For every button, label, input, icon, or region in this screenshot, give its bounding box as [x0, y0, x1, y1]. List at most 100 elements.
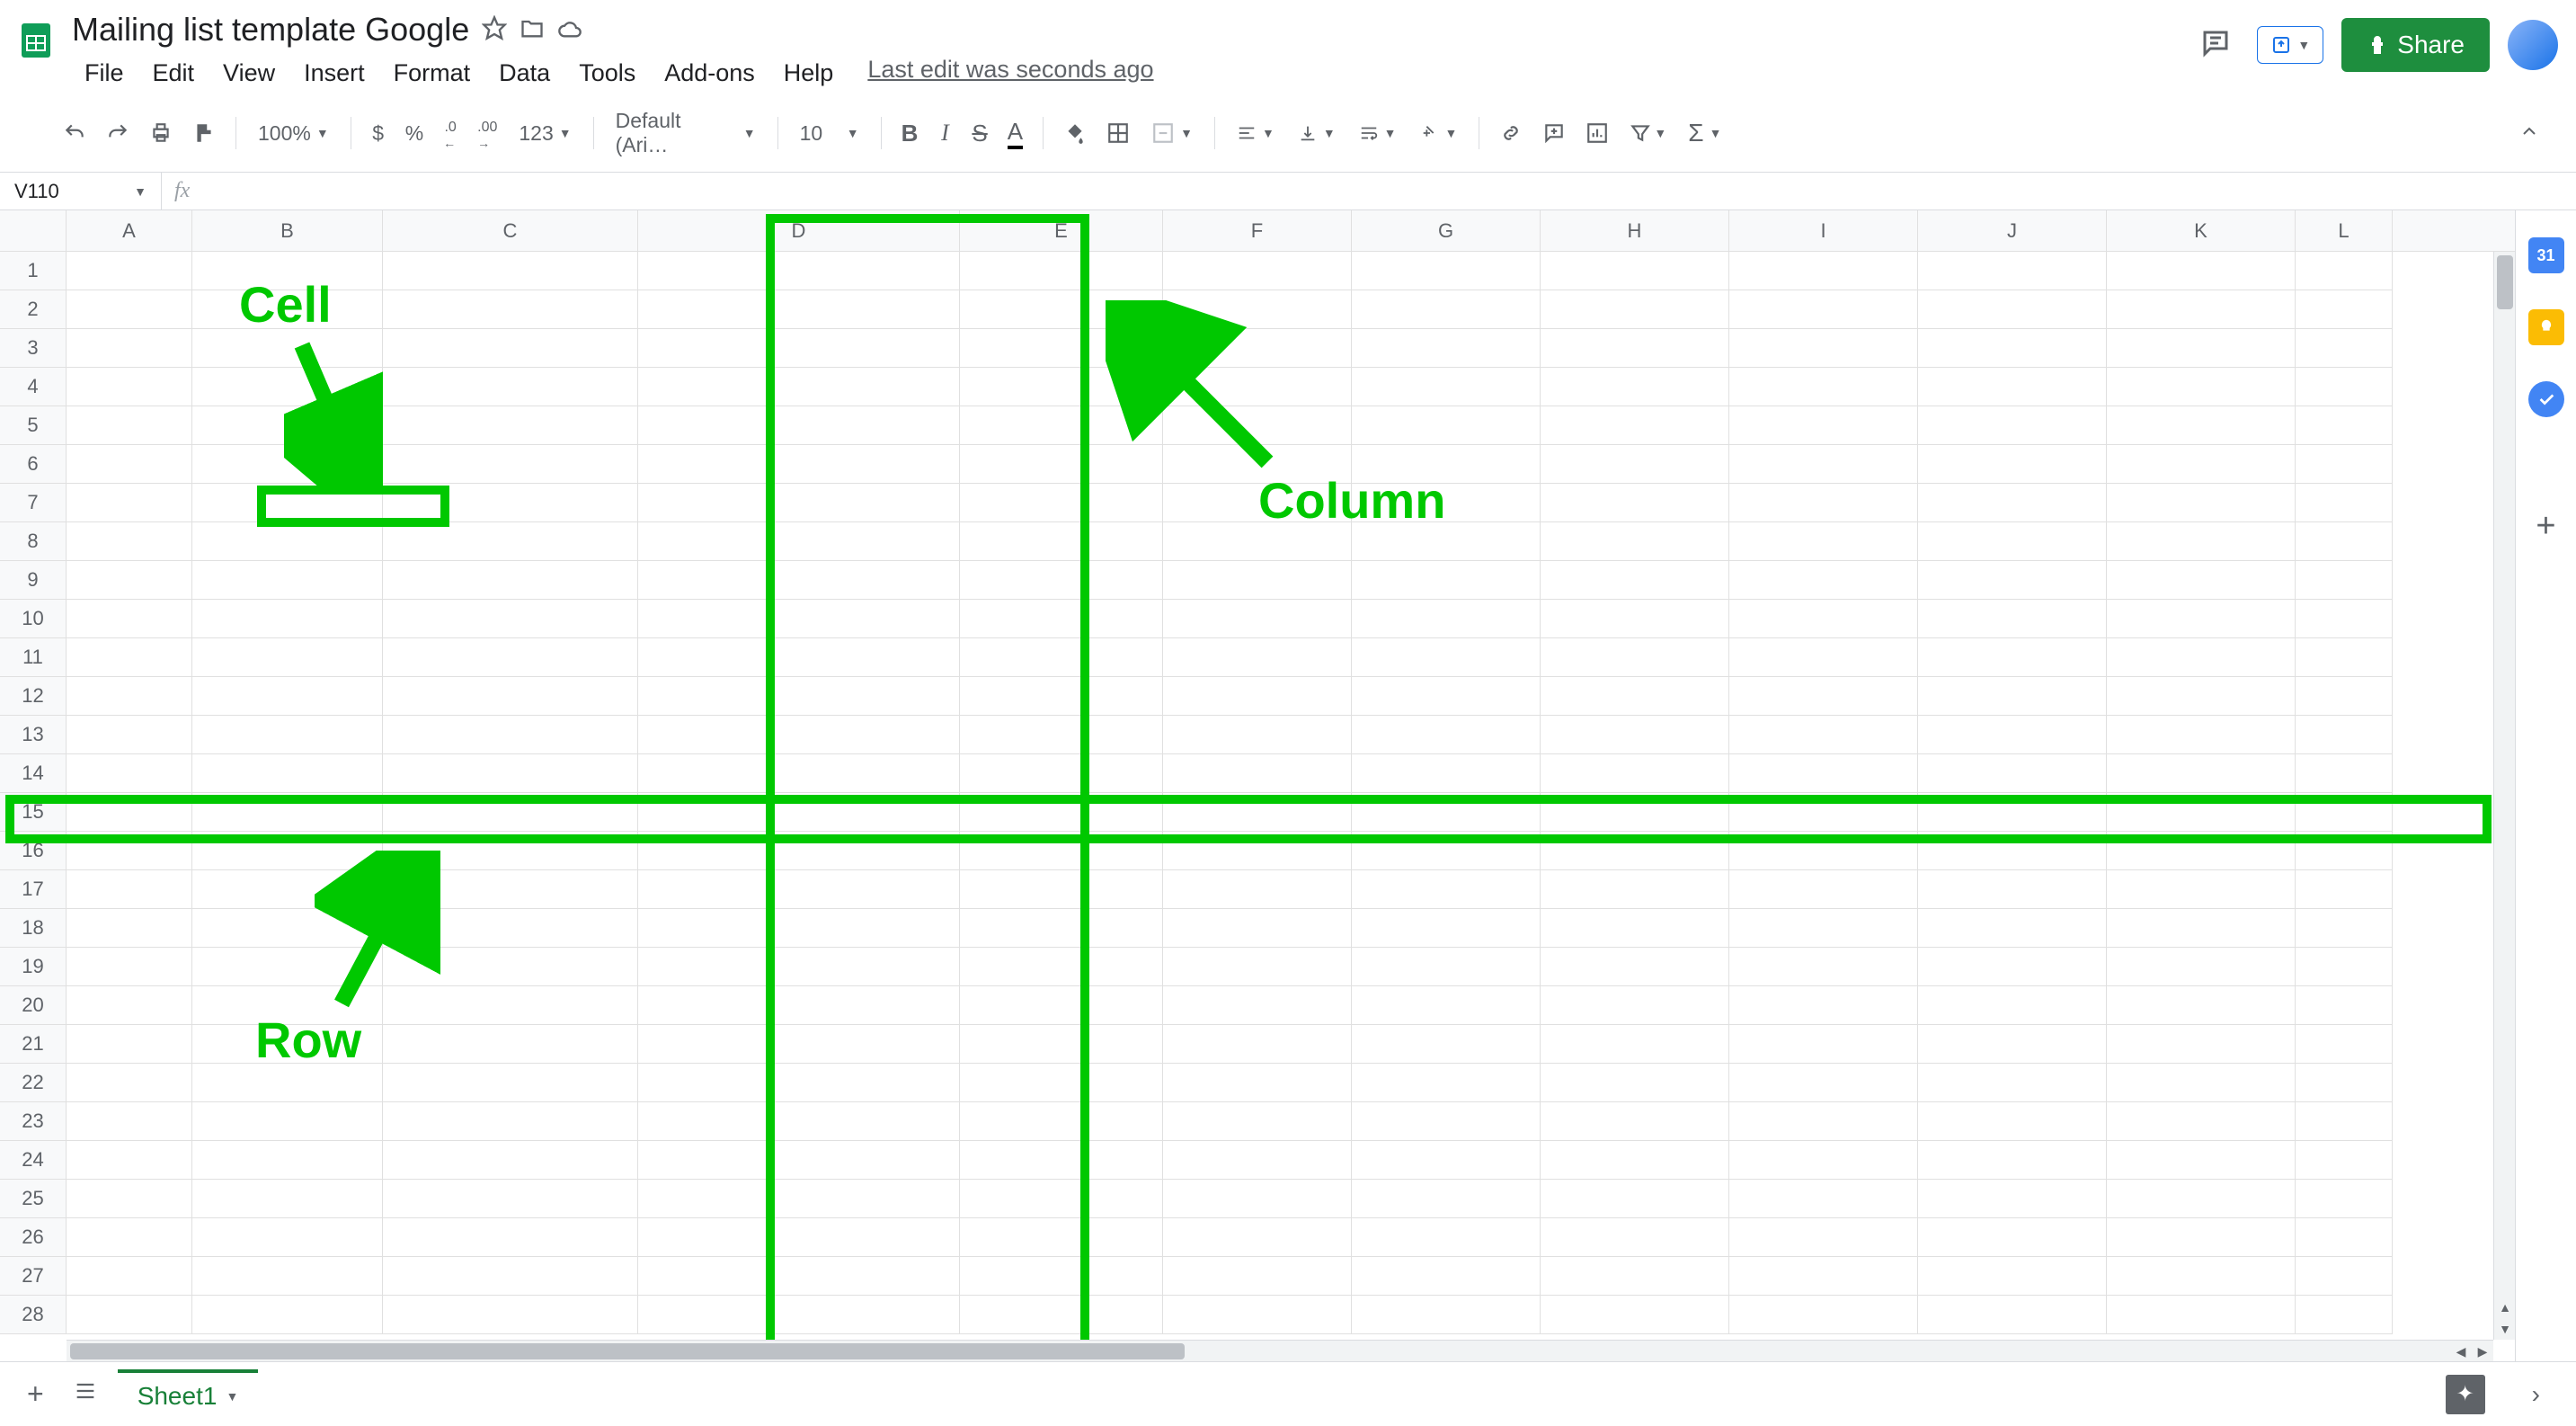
cell-C21[interactable] [383, 1025, 638, 1064]
filter-icon[interactable]: ▼ [1620, 114, 1675, 152]
cell-G17[interactable] [1352, 870, 1541, 909]
row-header-2[interactable]: 2 [0, 290, 67, 329]
cell-L17[interactable] [2296, 870, 2393, 909]
cell-D23[interactable] [638, 1102, 960, 1141]
cell-E8[interactable] [960, 522, 1163, 561]
undo-icon[interactable] [54, 114, 95, 152]
cell-D10[interactable] [638, 600, 960, 638]
row-header-20[interactable]: 20 [0, 986, 67, 1025]
cell-A5[interactable] [67, 406, 192, 445]
present-button[interactable]: ▼ [2257, 26, 2323, 64]
cell-H16[interactable] [1541, 832, 1729, 870]
cell-D8[interactable] [638, 522, 960, 561]
cell-K8[interactable] [2107, 522, 2296, 561]
cell-D16[interactable] [638, 832, 960, 870]
cell-A27[interactable] [67, 1257, 192, 1296]
cell-G19[interactable] [1352, 948, 1541, 986]
star-icon[interactable] [482, 15, 507, 45]
cell-D15[interactable] [638, 793, 960, 832]
cell-B6[interactable] [192, 445, 383, 484]
row-header-25[interactable]: 25 [0, 1180, 67, 1218]
cell-D14[interactable] [638, 754, 960, 793]
row-header-6[interactable]: 6 [0, 445, 67, 484]
cell-K18[interactable] [2107, 909, 2296, 948]
cell-H20[interactable] [1541, 986, 1729, 1025]
row-header-1[interactable]: 1 [0, 252, 67, 290]
cell-F28[interactable] [1163, 1296, 1352, 1334]
cell-E17[interactable] [960, 870, 1163, 909]
cell-L13[interactable] [2296, 716, 2393, 754]
cell-J6[interactable] [1918, 445, 2107, 484]
cell-J20[interactable] [1918, 986, 2107, 1025]
horizontal-align-dropdown[interactable]: ▼ [1226, 118, 1285, 148]
cell-E2[interactable] [960, 290, 1163, 329]
cell-H4[interactable] [1541, 368, 1729, 406]
cell-E23[interactable] [960, 1102, 1163, 1141]
cell-E6[interactable] [960, 445, 1163, 484]
cell-A11[interactable] [67, 638, 192, 677]
cell-H24[interactable] [1541, 1141, 1729, 1180]
cell-I13[interactable] [1729, 716, 1918, 754]
all-sheets-icon[interactable] [64, 1368, 107, 1420]
cell-J14[interactable] [1918, 754, 2107, 793]
cell-L4[interactable] [2296, 368, 2393, 406]
format-percent-button[interactable]: % [396, 114, 432, 153]
cell-I2[interactable] [1729, 290, 1918, 329]
cell-J7[interactable] [1918, 484, 2107, 522]
cell-J12[interactable] [1918, 677, 2107, 716]
cell-A21[interactable] [67, 1025, 192, 1064]
cell-C13[interactable] [383, 716, 638, 754]
cell-I1[interactable] [1729, 252, 1918, 290]
cell-K7[interactable] [2107, 484, 2296, 522]
borders-icon[interactable] [1097, 114, 1139, 152]
cell-D22[interactable] [638, 1064, 960, 1102]
cell-K15[interactable] [2107, 793, 2296, 832]
cell-E12[interactable] [960, 677, 1163, 716]
cell-J11[interactable] [1918, 638, 2107, 677]
insert-link-icon[interactable] [1490, 114, 1532, 152]
cell-I26[interactable] [1729, 1218, 1918, 1257]
cell-K13[interactable] [2107, 716, 2296, 754]
cell-B14[interactable] [192, 754, 383, 793]
cell-E10[interactable] [960, 600, 1163, 638]
last-edit-link[interactable]: Last edit was seconds ago [867, 56, 1153, 91]
cell-B27[interactable] [192, 1257, 383, 1296]
cell-L1[interactable] [2296, 252, 2393, 290]
cell-A18[interactable] [67, 909, 192, 948]
cell-B21[interactable] [192, 1025, 383, 1064]
cell-K10[interactable] [2107, 600, 2296, 638]
column-header-K[interactable]: K [2107, 210, 2296, 251]
row-header-12[interactable]: 12 [0, 677, 67, 716]
collapse-toolbar-icon[interactable] [2500, 113, 2558, 154]
cell-A26[interactable] [67, 1218, 192, 1257]
row-header-24[interactable]: 24 [0, 1141, 67, 1180]
cell-I4[interactable] [1729, 368, 1918, 406]
cell-D18[interactable] [638, 909, 960, 948]
vertical-align-dropdown[interactable]: ▼ [1287, 118, 1346, 148]
column-header-C[interactable]: C [383, 210, 638, 251]
menu-file[interactable]: File [72, 56, 137, 91]
cell-L20[interactable] [2296, 986, 2393, 1025]
row-header-14[interactable]: 14 [0, 754, 67, 793]
cell-A9[interactable] [67, 561, 192, 600]
cell-L21[interactable] [2296, 1025, 2393, 1064]
cell-L28[interactable] [2296, 1296, 2393, 1334]
cell-A10[interactable] [67, 600, 192, 638]
cell-G13[interactable] [1352, 716, 1541, 754]
vertical-scrollbar-thumb[interactable] [2497, 255, 2513, 309]
cell-K27[interactable] [2107, 1257, 2296, 1296]
insert-chart-icon[interactable] [1577, 114, 1618, 152]
cell-C26[interactable] [383, 1218, 638, 1257]
cell-A7[interactable] [67, 484, 192, 522]
cell-H27[interactable] [1541, 1257, 1729, 1296]
cell-I8[interactable] [1729, 522, 1918, 561]
cell-J2[interactable] [1918, 290, 2107, 329]
cell-H2[interactable] [1541, 290, 1729, 329]
cell-K5[interactable] [2107, 406, 2296, 445]
cell-B11[interactable] [192, 638, 383, 677]
column-header-E[interactable]: E [960, 210, 1163, 251]
cell-J16[interactable] [1918, 832, 2107, 870]
cell-I25[interactable] [1729, 1180, 1918, 1218]
cell-G5[interactable] [1352, 406, 1541, 445]
cell-K1[interactable] [2107, 252, 2296, 290]
